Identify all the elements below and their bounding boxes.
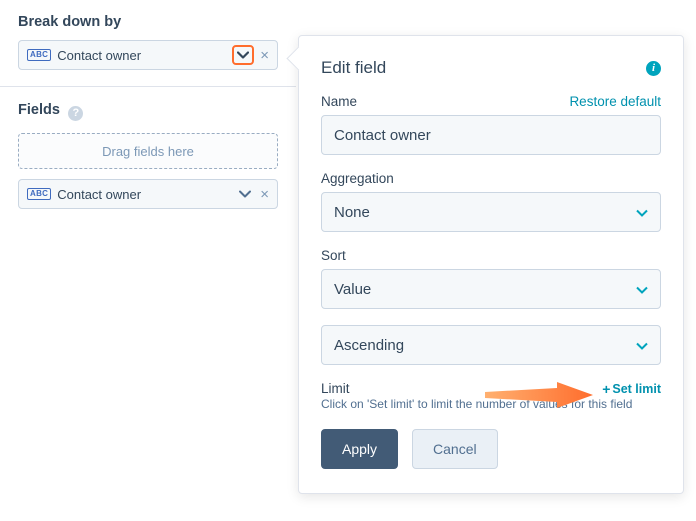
limit-label: Limit [321,381,350,396]
sort-select[interactable]: Value [321,269,661,309]
breakdown-chevron-highlighted[interactable] [232,45,254,65]
edit-field-popover: Edit field i Name Restore default Contac… [298,35,684,494]
sort-value: Value [334,281,371,298]
field-pill-label: Contact owner [57,187,234,202]
abc-icon: ABC [27,188,51,200]
field-pill[interactable]: ABC Contact owner × [18,179,278,209]
chevron-down-icon [239,190,251,198]
chevron-down-icon [237,51,249,59]
aggregation-select[interactable]: None [321,192,661,232]
name-input-value: Contact owner [334,127,431,144]
fields-dropzone[interactable]: Drag fields here [18,133,278,169]
cancel-button[interactable]: Cancel [412,429,498,469]
name-input[interactable]: Contact owner [321,115,661,155]
popover-header: Edit field i [321,58,661,78]
help-icon[interactable]: ? [68,106,83,121]
sort-label: Sort [321,248,661,263]
sort-order-value: Ascending [334,337,404,354]
fields-label: Fields [18,102,60,118]
limit-hint: Click on 'Set limit' to limit the number… [321,397,661,411]
breakdown-label: Break down by [18,14,278,30]
popover-title: Edit field [321,58,386,78]
plus-icon: + [602,381,610,397]
sort-order-select[interactable]: Ascending [321,325,661,365]
caret-down-icon [636,204,648,221]
field-chevron[interactable] [234,190,256,198]
apply-button[interactable]: Apply [321,429,398,469]
caret-down-icon [636,337,648,354]
breakdown-pill[interactable]: ABC Contact owner × [18,40,278,70]
abc-icon: ABC [27,49,51,61]
name-label: Name [321,94,357,109]
breakdown-pill-label: Contact owner [57,48,232,63]
aggregation-value: None [334,204,370,221]
breakdown-remove-icon[interactable]: × [258,47,271,64]
set-limit-link[interactable]: +Set limit [602,381,661,397]
field-remove-icon[interactable]: × [258,186,271,203]
left-panel: Break down by ABC Contact owner × Fields… [0,0,296,225]
fields-section: Fields ? Drag fields here ABC Contact ow… [0,87,296,225]
info-icon[interactable]: i [646,61,661,76]
aggregation-label: Aggregation [321,171,661,186]
restore-default-link[interactable]: Restore default [569,94,661,109]
caret-down-icon [636,281,648,298]
dropzone-text: Drag fields here [102,144,194,159]
breakdown-section: Break down by ABC Contact owner × [0,0,296,87]
button-row: Apply Cancel [321,429,661,469]
